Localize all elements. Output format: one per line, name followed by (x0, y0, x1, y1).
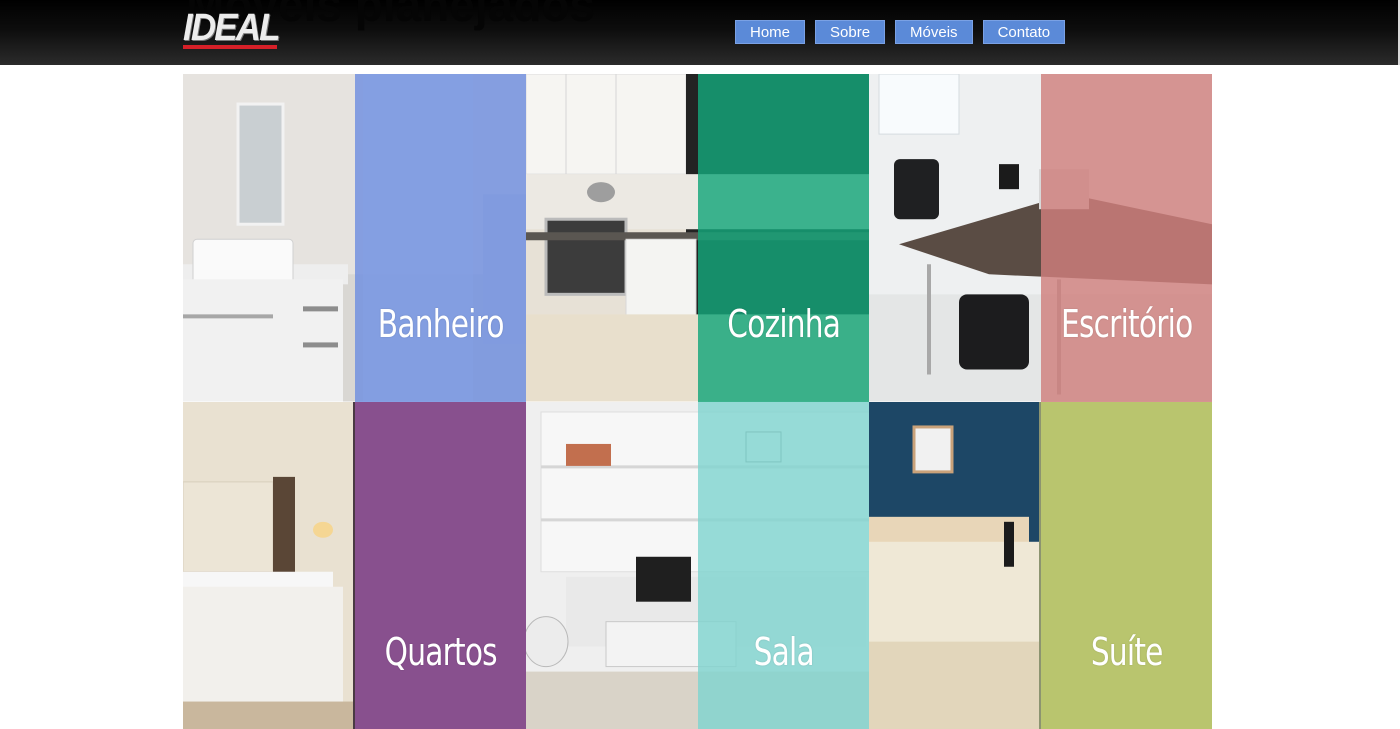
tile-sala[interactable]: Sala (526, 401, 869, 729)
tile-quartos[interactable]: Quartos (183, 401, 526, 729)
tile-color-overlay (697, 74, 869, 402)
tile-suite[interactable]: Suíte (869, 401, 1212, 729)
nav-home-button[interactable]: Home (735, 20, 806, 44)
tile-color-overlay (354, 74, 526, 402)
nav-contato-button[interactable]: Contato (982, 20, 1066, 44)
category-grid: Banheiro Cozinha Escritório Quartos Sala… (183, 74, 1212, 729)
tile-label-cozinha: Cozinha (726, 302, 841, 346)
tile-banheiro[interactable]: Banheiro (183, 74, 526, 402)
main-nav: Home Sobre Móveis Contato (735, 20, 1066, 44)
tile-cozinha[interactable]: Cozinha (526, 74, 869, 402)
tile-label-quartos: Quartos (384, 629, 497, 674)
nav-sobre-button[interactable]: Sobre (815, 20, 886, 44)
tile-label-suite: Suíte (1090, 629, 1163, 674)
ideal-logo[interactable]: IDEAL (183, 7, 281, 51)
tile-label-escritorio: Escritório (1060, 302, 1193, 346)
logo-text: IDEAL (183, 7, 281, 49)
top-navigation-bar: Móveis planejados IDEAL Home Sobre Móvei… (0, 0, 1400, 65)
tile-color-overlay (1040, 74, 1212, 402)
tile-label-sala: Sala (753, 629, 814, 674)
nav-moveis-button[interactable]: Móveis (895, 20, 973, 44)
logo-red-underline (183, 45, 277, 49)
tile-color-overlay (354, 401, 526, 729)
tile-color-overlay (1040, 401, 1212, 729)
tile-color-overlay (697, 401, 869, 729)
tile-escritorio[interactable]: Escritório (869, 74, 1212, 402)
tile-label-banheiro: Banheiro (377, 302, 504, 346)
